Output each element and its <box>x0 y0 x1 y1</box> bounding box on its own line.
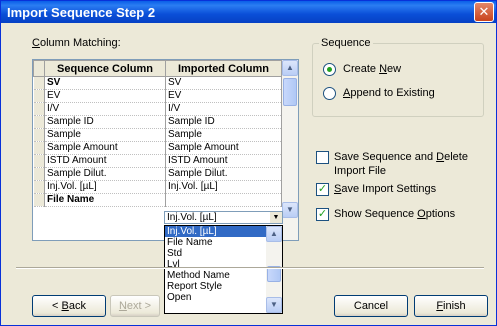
imported-column-cell[interactable] <box>165 193 282 207</box>
table-row[interactable]: Sample Dilut. Sample Dilut. <box>33 167 282 181</box>
close-button[interactable]: ✕ <box>474 2 494 22</box>
sequence-column-cell: SV <box>44 76 166 90</box>
imported-column-combo[interactable]: Inj.Vol. [µL] ▼ <box>164 211 283 224</box>
sequence-column-cell: I/V <box>44 102 166 116</box>
sequence-column-cell: Inj.Vol. [µL] <box>44 180 166 194</box>
imported-column-cell[interactable]: Sample Amount <box>165 141 282 155</box>
row-header-cell[interactable] <box>33 141 45 155</box>
dropdown-scrollbar[interactable]: ▲ ▼ <box>266 226 282 313</box>
sequence-column-header: Sequence Column <box>44 60 166 77</box>
checkmark-icon: ✓ <box>317 183 328 195</box>
show-sequence-options-label[interactable]: Show Sequence Options <box>334 208 455 220</box>
row-header-cell[interactable] <box>33 89 45 103</box>
sequence-legend: Sequence <box>321 37 371 49</box>
chevron-up-icon: ▲ <box>270 229 278 238</box>
dropdown-option[interactable]: Method Name <box>165 270 282 281</box>
mapping-table: Sequence Column Imported Column SV SV EV EV… <box>33 60 282 207</box>
table-row[interactable]: ISTD Amount ISTD Amount <box>33 154 282 168</box>
table-row[interactable]: SV SV <box>33 76 282 90</box>
table-row[interactable]: Inj.Vol. [µL] Inj.Vol. [µL] <box>33 180 282 194</box>
dropdown-option[interactable]: Inj.Vol. [µL] <box>165 226 282 237</box>
append-existing-label[interactable]: Append to Existing <box>343 87 435 99</box>
sequence-column-cell: Sample Dilut. <box>44 167 166 181</box>
create-new-label[interactable]: Create New <box>343 63 401 75</box>
imported-column-cell[interactable]: Sample ID <box>165 115 282 129</box>
checkmark-icon: ✓ <box>317 208 328 220</box>
row-header-cell[interactable] <box>33 76 45 90</box>
sequence-column-cell: Sample Amount <box>44 141 166 155</box>
imported-column-cell[interactable]: SV <box>165 76 282 90</box>
imported-column-cell[interactable]: Inj.Vol. [µL] <box>165 180 282 194</box>
button-separator <box>16 267 484 269</box>
chevron-up-icon: ▲ <box>286 63 294 72</box>
table-row[interactable]: I/V I/V <box>33 102 282 116</box>
close-icon: ✕ <box>478 4 490 19</box>
combo-value: Inj.Vol. [µL] <box>167 212 217 223</box>
next-button[interactable]: Next > <box>110 295 160 317</box>
show-sequence-options-checkbox[interactable]: ✓ <box>316 208 329 221</box>
row-header-cell[interactable] <box>33 128 45 142</box>
imported-column-cell[interactable]: Sample Dilut. <box>165 167 282 181</box>
row-header-cell[interactable] <box>33 115 45 129</box>
create-new-radio[interactable] <box>323 63 336 76</box>
save-import-settings-checkbox[interactable]: ✓ <box>316 183 329 196</box>
imported-column-cell[interactable]: I/V <box>165 102 282 116</box>
append-existing-radio[interactable] <box>323 87 336 100</box>
row-header-cell[interactable] <box>33 180 45 194</box>
sequence-column-cell: Sample ID <box>44 115 166 129</box>
finish-button[interactable]: Finish <box>414 295 488 317</box>
table-row[interactable]: Sample Sample <box>33 128 282 142</box>
row-header-cell[interactable] <box>33 102 45 116</box>
import-sequence-dialog: Import Sequence Step 2 ✕ Column Matching… <box>0 0 497 326</box>
table-row[interactable]: Sample ID Sample ID <box>33 115 282 129</box>
save-import-settings-label[interactable]: Save Import Settings <box>334 183 436 195</box>
imported-column-dropdown[interactable]: Inj.Vol. [µL] File Name Std Lvl Method Name R… <box>164 225 283 314</box>
sequence-column-cell: ISTD Amount <box>44 154 166 168</box>
scroll-thumb[interactable] <box>283 78 297 106</box>
dropdown-option[interactable]: File Name <box>165 237 282 248</box>
table-row[interactable]: EV EV <box>33 89 282 103</box>
dropdown-option[interactable]: Std <box>165 248 282 259</box>
sequence-column-cell: Sample <box>44 128 166 142</box>
save-delete-checkbox[interactable] <box>316 151 329 164</box>
chevron-down-icon: ▼ <box>272 214 280 221</box>
dropdown-option[interactable]: Open <box>165 292 282 303</box>
table-header-row: Sequence Column Imported Column <box>33 60 282 77</box>
row-header-corner <box>33 60 45 77</box>
scroll-down-button[interactable]: ▼ <box>282 202 298 218</box>
chevron-down-icon: ▼ <box>286 205 294 214</box>
chevron-down-icon: ▼ <box>270 300 278 309</box>
window-title: Import Sequence Step 2 <box>7 5 156 20</box>
scroll-up-button[interactable]: ▲ <box>282 60 298 76</box>
imported-column-cell[interactable]: EV <box>165 89 282 103</box>
sequence-column-cell: EV <box>44 89 166 103</box>
dropdown-option[interactable]: Report Style <box>165 281 282 292</box>
imported-column-cell[interactable]: Sample <box>165 128 282 142</box>
imported-column-cell[interactable]: ISTD Amount <box>165 154 282 168</box>
combo-dropdown-button[interactable]: ▼ <box>270 212 282 223</box>
column-matching-label: Column Matching: <box>32 37 121 49</box>
grid-scrollbar[interactable]: ▲ ▼ <box>282 60 298 240</box>
sequence-column-cell: File Name <box>44 193 166 207</box>
table-row[interactable]: Sample Amount Sample Amount <box>33 141 282 155</box>
dropdown-scroll-up[interactable]: ▲ <box>266 226 282 242</box>
save-delete-label[interactable]: Save Sequence and Delete Import File <box>334 150 468 178</box>
table-row[interactable]: File Name <box>33 193 282 207</box>
row-header-cell[interactable] <box>33 154 45 168</box>
title-bar: Import Sequence Step 2 ✕ <box>1 1 496 23</box>
row-header-cell[interactable] <box>33 193 45 207</box>
dialog-body: Column Matching: Sequence Column Importe… <box>1 23 496 325</box>
dropdown-scroll-down[interactable]: ▼ <box>266 297 282 313</box>
sequence-group: Sequence <box>312 37 484 117</box>
back-button[interactable]: < Back <box>32 295 106 317</box>
row-header-cell[interactable] <box>33 167 45 181</box>
cancel-button[interactable]: Cancel <box>334 295 408 317</box>
imported-column-header: Imported Column <box>165 60 282 77</box>
